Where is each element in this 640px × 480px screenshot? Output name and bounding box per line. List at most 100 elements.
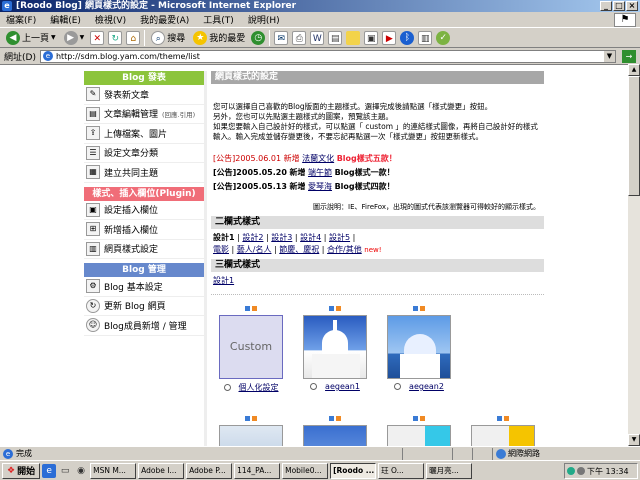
design-tab-2[interactable]: 設計2 [242,233,263,242]
network-icon[interactable] [567,467,575,475]
theme-radio[interactable] [223,384,231,391]
sidebar-item-categories[interactable]: ☰ 設定文章分類 [84,144,204,163]
forward-button[interactable]: ▶ ▼ [62,30,87,46]
design-tab-1[interactable]: 設計1 [213,233,235,242]
folder-icon[interactable] [346,30,361,45]
theme-preview-row2-2[interactable] [303,425,367,446]
menu-help[interactable]: 說明(H) [248,13,280,26]
search-label: 搜尋 [167,34,186,44]
word-icon[interactable]: W [310,30,325,45]
page-icon: e [3,448,13,459]
category-other[interactable]: 合作/其他 [327,245,362,254]
taskbar-item[interactable]: 114_PA... [234,462,281,479]
home-icon[interactable]: ⌂ [126,30,141,45]
theme-link[interactable]: 個人化設定 [239,382,279,393]
vertical-scrollbar[interactable]: ▲ ▼ [628,64,640,446]
sidebar-item-members[interactable]: ☺ Blog成員新增 / 管理 [84,316,204,336]
scroll-up-icon[interactable]: ▲ [628,64,640,76]
menu-favorites[interactable]: 我的最愛(A) [140,13,189,26]
firefox-icon [420,416,425,421]
search-button[interactable]: ⌕ 搜尋 [149,30,187,46]
sidebar-item-basic-settings[interactable]: ⚙ Blog 基本設定 [84,277,204,297]
go-button[interactable]: → [622,49,636,63]
scroll-thumb[interactable] [628,76,640,196]
sidebar-item-add-plugin[interactable]: ⊞ 新增插入欄位 [84,220,204,240]
print-icon[interactable]: ⎙ [292,30,307,45]
theme-preview-row2-3[interactable] [387,425,451,446]
theme-card-custom: Custom 個人化設定 [216,305,286,393]
announcement-link[interactable]: 愛琴海 [308,182,332,191]
media-quicklaunch-icon[interactable]: ◉ [74,463,89,478]
menu-view[interactable]: 檢視(V) [95,13,126,26]
menu-edit[interactable]: 編輯(E) [50,13,81,26]
menu-file[interactable]: 檔案(F) [6,13,36,26]
refresh-icon[interactable]: ↻ [108,30,123,45]
firefox-icon [504,416,509,421]
theme-link[interactable]: aegean1 [325,382,360,391]
sidebar-item-plugin-settings[interactable]: ▣ 設定插入欄位 [84,201,204,220]
announcement-link[interactable]: 法蘭文化 [302,154,334,163]
taskbar-item[interactable]: Adobe P... [186,462,233,479]
messenger-icon[interactable]: ▣ [364,30,379,45]
announcement-row: [公告]2005.06.01 新增 法蘭文化 Blog樣式五款！ [213,152,544,166]
theme-preview-custom[interactable]: Custom [219,315,283,379]
close-button[interactable]: × [626,1,638,11]
theme-preview-row2-1[interactable] [219,425,283,446]
sidebar-item-new-post[interactable]: ✎ 發表新文章 [84,85,204,105]
status-text: 完成 [16,449,32,458]
design-tab-4[interactable]: 設計4 [300,233,321,242]
scroll-down-icon[interactable]: ▼ [628,434,640,446]
ie-icon: e [2,1,12,11]
three-column-designs: 設計1 [211,272,544,290]
sidebar-item-upload[interactable]: ⇪ 上傳檔案、圖片 [84,124,204,144]
addon-icon[interactable]: ✓ [436,30,451,45]
media-icon[interactable]: ▶ [382,30,397,45]
history-icon[interactable]: ◷ [251,30,266,45]
mail-icon[interactable]: ✉ [274,30,289,45]
taskbar-item-active[interactable]: [Roodo ... [330,462,377,479]
status-section [452,447,472,460]
theme-radio[interactable] [310,383,318,390]
chevron-down-icon[interactable]: ▼ [604,50,615,62]
category-movie[interactable]: 電影 [213,245,229,254]
sidebar-item-theme-settings[interactable]: ▥ 網頁樣式設定 [84,240,204,259]
category-holiday[interactable]: 節慶、慶祝 [279,245,319,254]
sidebar-item-shared-topic[interactable]: ▦ 建立共同主題 [84,163,204,183]
desktop-quicklaunch-icon[interactable]: ▭ [58,463,73,478]
new-badge: new! [364,246,382,254]
theme-preview-row2-4[interactable] [471,425,535,446]
volume-icon[interactable] [577,467,585,475]
ie-quicklaunch-icon[interactable]: e [42,463,57,478]
taskbar-item[interactable]: Adobe I... [138,462,185,479]
design-tab-5[interactable]: 設計5 [329,233,350,242]
stop-icon[interactable]: ✕ [90,30,105,45]
taskbar-item[interactable]: MSN M... [90,462,137,479]
back-button[interactable]: ◀ 上一頁 ▼ [4,30,58,46]
three-col-design-1[interactable]: 設計1 [213,276,234,285]
address-input[interactable]: e http://sdm.blog.yam.com/theme/list ▼ [39,49,616,63]
theme-radio[interactable] [394,383,402,390]
discuss-icon[interactable]: ▤ [328,30,343,45]
taskbar-item[interactable]: 曬月亮... [426,462,473,479]
announcement-tail: Blog樣式四款！ [334,182,395,191]
favorites-button[interactable]: ★ 我的最愛 [191,30,247,46]
design-tab-3[interactable]: 設計3 [271,233,292,242]
browser-badges [300,415,370,423]
menu-tools[interactable]: 工具(T) [203,13,234,26]
sidebar-item-rebuild[interactable]: ↻ 更新 Blog 網頁 [84,297,204,316]
divider [211,294,544,295]
maximize-button[interactable]: □ [613,1,625,11]
bluetooth-icon[interactable]: ᛒ [400,30,415,45]
taskbar-item[interactable]: 玨 O... [378,462,425,479]
sidebar-item-manage-posts[interactable]: ▤ 文章編輯管理 (回應.引用) [84,105,204,124]
category-celebrity[interactable]: 藝人/名人 [237,245,272,254]
tools-icon[interactable]: ▥ [418,30,433,45]
theme-preview-aegean2[interactable] [387,315,451,379]
announcement-link[interactable]: 端午節 [308,168,332,177]
intro-line: 如果您要輸入自己設計好的樣式，可以點選「 custom 」的連結樣式圖像，再將自… [213,122,538,141]
minimize-button[interactable]: _ [600,1,612,11]
taskbar-item[interactable]: Mobile0... [282,462,329,479]
theme-preview-aegean1[interactable] [303,315,367,379]
theme-link[interactable]: aegean2 [409,382,444,391]
start-button[interactable]: ❖ 開始 [2,462,41,479]
